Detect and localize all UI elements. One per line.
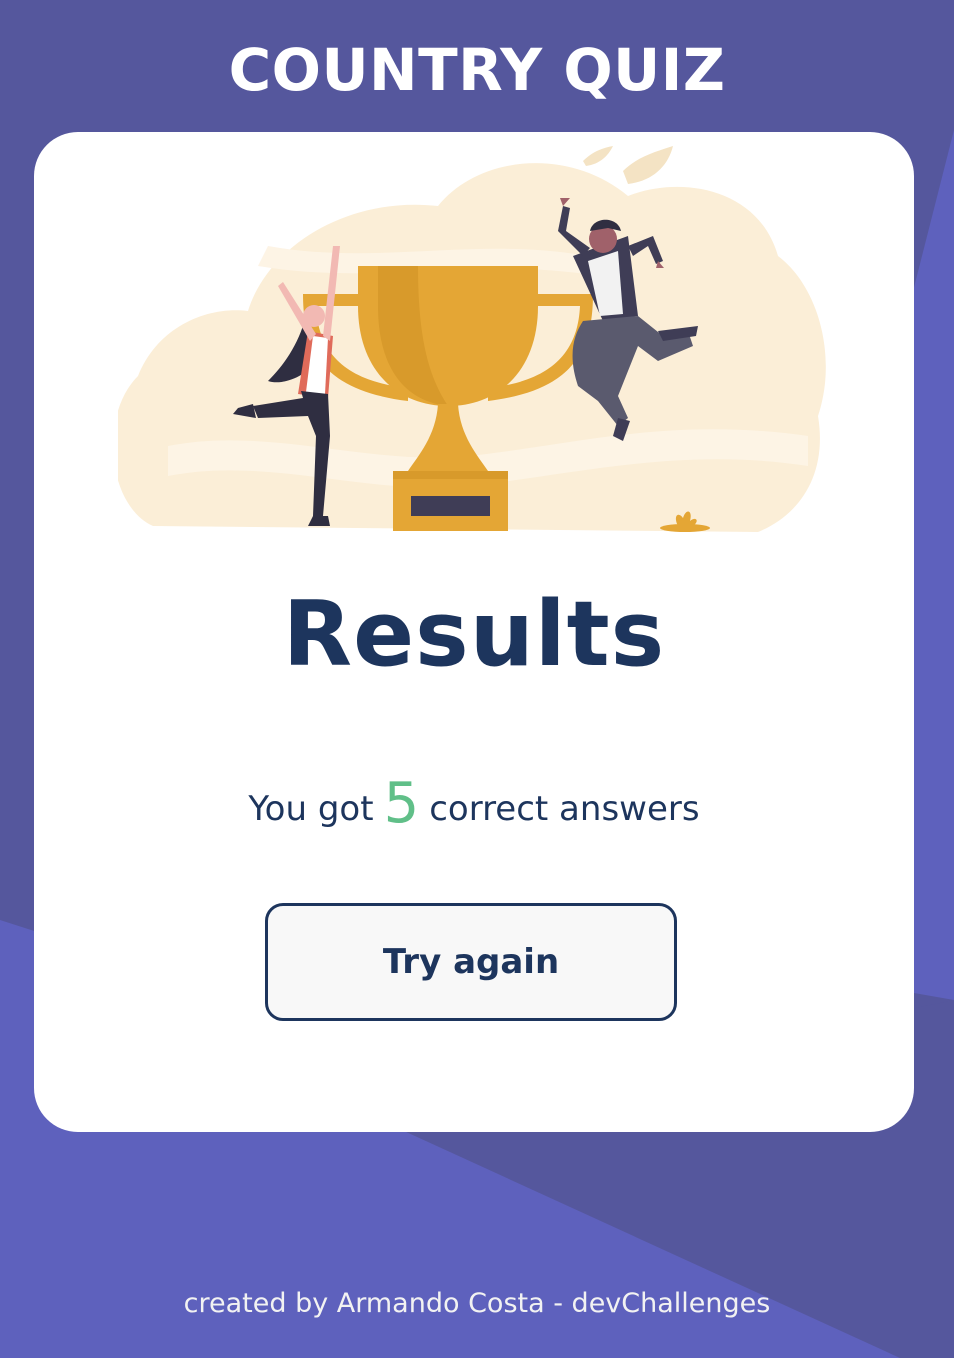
score-prefix: You got (248, 789, 374, 829)
score-suffix: correct answers (429, 789, 700, 829)
app-title: COUNTRY QUIZ (228, 36, 726, 104)
winners-trophy-illustration (118, 146, 826, 532)
results-heading: Results (282, 582, 666, 687)
results-card: Results You got 5 correct answers Try agai… (34, 132, 914, 1132)
correct-answers-count: 5 (383, 771, 420, 836)
footer-credit: created by Armando Costa - devChallenges (183, 1288, 771, 1319)
score-summary: You got 5 correct answers (34, 764, 914, 849)
try-again-button[interactable]: Try again (265, 903, 677, 1021)
